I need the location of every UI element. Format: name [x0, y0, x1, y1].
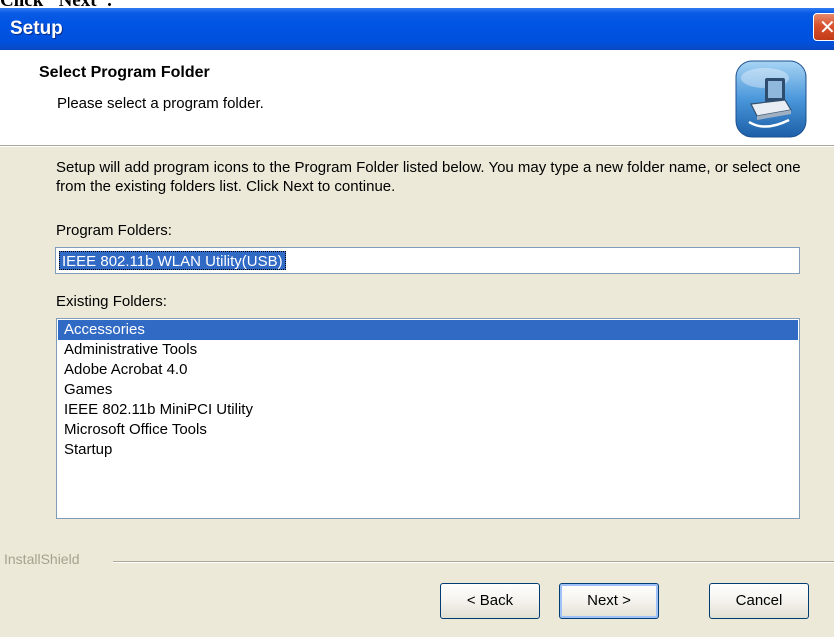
intro-text: Setup will add program icons to the Prog…	[56, 159, 801, 195]
existing-folders-list[interactable]: Accessories Administrative Tools Adobe A…	[56, 318, 800, 519]
dialog-header: Select Program Folder Please select a pr…	[0, 50, 834, 145]
close-x-icon: ✕	[819, 15, 834, 39]
next-button[interactable]: Next >	[559, 583, 659, 619]
list-item[interactable]: Microsoft Office Tools	[58, 420, 798, 440]
list-item[interactable]: IEEE 802.11b MiniPCI Utility	[58, 400, 798, 420]
back-button[interactable]: < Back	[440, 583, 540, 619]
list-item[interactable]: Games	[58, 380, 798, 400]
title-bar[interactable]: Setup ✕	[0, 8, 834, 50]
cancel-button[interactable]: Cancel	[709, 583, 809, 619]
list-item[interactable]: Accessories	[58, 320, 798, 340]
header-divider-highlight	[0, 146, 834, 147]
list-item[interactable]: Administrative Tools	[58, 340, 798, 360]
setup-dialog: Setup ✕ Select Program Folder Please sel…	[0, 8, 834, 637]
program-folder-input[interactable]: IEEE 802.11b WLAN Utility(USB)	[55, 247, 800, 274]
footer-divider-highlight	[113, 562, 834, 563]
program-folder-value: IEEE 802.11b WLAN Utility(USB)	[59, 251, 286, 270]
close-button[interactable]: ✕	[813, 13, 834, 41]
installshield-brand: InstallShield	[4, 551, 80, 567]
list-item[interactable]: Startup	[58, 440, 798, 460]
window-title: Setup	[10, 18, 63, 39]
header-title: Select Program Folder	[39, 64, 210, 81]
program-folders-label: Program Folders:	[56, 222, 172, 239]
header-subtitle: Please select a program folder.	[57, 95, 264, 112]
computer-setup-icon	[735, 60, 807, 138]
existing-folders-label: Existing Folders:	[56, 293, 167, 310]
list-item[interactable]: Adobe Acrobat 4.0	[58, 360, 798, 380]
